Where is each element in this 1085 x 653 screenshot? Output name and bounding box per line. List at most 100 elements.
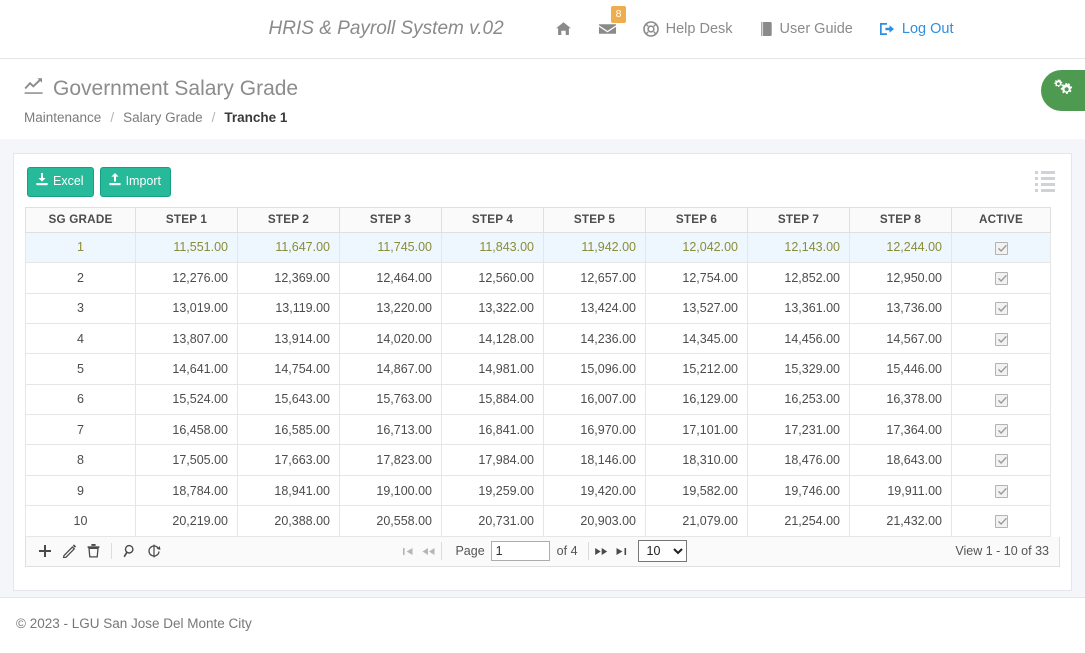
- first-page-button[interactable]: [398, 540, 418, 562]
- list-menu-icon[interactable]: [1035, 167, 1055, 192]
- cell-sg-grade: 5: [25, 353, 136, 385]
- column-header-step-6[interactable]: STEP 6: [645, 206, 748, 233]
- page-total-label: of 4: [556, 544, 578, 559]
- cell-step-6: 18,310.00: [645, 444, 748, 476]
- page-number-input[interactable]: [490, 541, 550, 562]
- cell-sg-grade: 8: [25, 444, 136, 476]
- cell-step-6: 12,042.00: [645, 231, 748, 264]
- table-row[interactable]: 6 15,524.00 15,643.00 15,763.00 15,884.00 16,…: [25, 383, 1051, 416]
- breadcrumb-item-current: Tranche 1: [224, 110, 288, 125]
- cell-step-4: 14,128.00: [441, 322, 544, 355]
- nav-user-guide-label: User Guide: [779, 20, 853, 37]
- nav-messages[interactable]: 8: [585, 0, 630, 59]
- cell-step-8: 12,950.00: [849, 262, 952, 294]
- grid-action-icons: [26, 540, 165, 562]
- table-row[interactable]: 8 17,505.00 17,663.00 17,823.00 17,984.00 18,…: [25, 444, 1051, 476]
- cell-step-3: 12,464.00: [339, 262, 442, 294]
- cell-step-6: 21,079.00: [645, 505, 748, 537]
- cell-step-8: 19,911.00: [849, 474, 952, 507]
- cell-step-2: 13,119.00: [237, 292, 340, 324]
- cell-sg-grade: 3: [25, 292, 136, 324]
- cell-active: [951, 383, 1051, 416]
- nav-home[interactable]: [542, 0, 585, 59]
- cell-step-3: 20,558.00: [339, 505, 442, 537]
- cell-step-7: 15,329.00: [747, 353, 850, 385]
- settings-quick-tab[interactable]: [1041, 70, 1085, 111]
- line-chart-icon: [24, 77, 44, 101]
- download-icon: [36, 173, 48, 190]
- cell-sg-grade: 1: [25, 231, 136, 264]
- column-header-step-5[interactable]: STEP 5: [543, 206, 646, 233]
- column-header-step-3[interactable]: STEP 3: [339, 206, 442, 233]
- table-row[interactable]: 2 12,276.00 12,369.00 12,464.00 12,560.00 12,…: [25, 262, 1051, 294]
- cell-step-5: 19,420.00: [543, 474, 646, 507]
- content-area: Excel Import SG GRADE STEP 1 STEP 2 STEP…: [0, 139, 1085, 597]
- panel-action-buttons: Excel Import: [27, 167, 172, 197]
- column-header-step-2[interactable]: STEP 2: [237, 206, 340, 233]
- nav-log-out[interactable]: Log Out: [866, 0, 967, 59]
- add-record-button[interactable]: [34, 540, 56, 562]
- table-row[interactable]: 7 16,458.00 16,585.00 16,713.00 16,841.00 16,…: [25, 414, 1051, 446]
- table-row[interactable]: 3 13,019.00 13,119.00 13,220.00 13,322.00 13,…: [25, 292, 1051, 324]
- cell-step-1: 20,219.00: [135, 505, 238, 537]
- column-header-step-4[interactable]: STEP 4: [441, 206, 544, 233]
- cell-active: [951, 505, 1051, 537]
- column-header-step-1[interactable]: STEP 1: [135, 206, 238, 233]
- cell-step-1: 15,524.00: [135, 383, 238, 416]
- table-row[interactable]: 1 11,551.00 11,647.00 11,745.00 11,843.00 11,…: [25, 231, 1051, 264]
- cell-step-3: 16,713.00: [339, 414, 442, 446]
- refresh-grid-button[interactable]: [143, 540, 165, 562]
- cell-step-7: 14,456.00: [747, 322, 850, 355]
- breadcrumb-item-salary-grade[interactable]: Salary Grade: [123, 110, 203, 125]
- breadcrumb-separator: /: [211, 110, 216, 125]
- page-label: Page: [455, 544, 485, 559]
- cell-step-7: 17,231.00: [747, 414, 850, 446]
- book-icon: [759, 21, 773, 37]
- nav-user-guide[interactable]: User Guide: [746, 0, 866, 59]
- cell-active: [951, 353, 1051, 385]
- table-row[interactable]: 5 14,641.00 14,754.00 14,867.00 14,981.00 15,…: [25, 353, 1051, 385]
- column-header-step-7[interactable]: STEP 7: [747, 206, 850, 233]
- cell-step-2: 14,754.00: [237, 353, 340, 385]
- cell-step-6: 17,101.00: [645, 414, 748, 446]
- data-grid-wrapper: SG GRADE STEP 1 STEP 2 STEP 3 STEP 4 STE…: [14, 206, 1071, 537]
- breadcrumb-item-maintenance[interactable]: Maintenance: [24, 110, 101, 125]
- active-checkbox: [994, 363, 1008, 377]
- column-header-active[interactable]: ACTIVE: [951, 206, 1051, 233]
- table-header-row: SG GRADE STEP 1 STEP 2 STEP 3 STEP 4 STE…: [25, 206, 1051, 233]
- cell-step-5: 13,424.00: [543, 292, 646, 324]
- pagination-controls: Page of 4 10203050100: [26, 540, 1059, 563]
- active-checkbox: [994, 484, 1008, 498]
- next-page-button[interactable]: [592, 540, 612, 562]
- table-row[interactable]: 4 13,807.00 13,914.00 14,020.00 14,128.00 14,…: [25, 322, 1051, 355]
- breadcrumb: Maintenance / Salary Grade / Tranche 1: [24, 110, 1085, 125]
- search-record-button[interactable]: [119, 540, 141, 562]
- cell-step-7: 12,143.00: [747, 231, 850, 264]
- cell-step-8: 21,432.00: [849, 505, 952, 537]
- pagination-divider: [441, 542, 443, 561]
- import-button[interactable]: Import: [99, 167, 172, 197]
- page-size-select[interactable]: 10203050100: [637, 540, 687, 563]
- column-header-step-8[interactable]: STEP 8: [849, 206, 952, 233]
- cell-step-4: 12,560.00: [441, 262, 544, 294]
- cell-step-1: 11,551.00: [135, 231, 238, 264]
- column-header-sg-grade[interactable]: SG GRADE: [25, 206, 136, 233]
- table-row[interactable]: 10 20,219.00 20,388.00 20,558.00 20,731.00 20…: [25, 505, 1051, 537]
- cell-step-5: 16,007.00: [543, 383, 646, 416]
- active-checkbox: [994, 271, 1008, 285]
- excel-export-button[interactable]: Excel: [27, 167, 94, 197]
- active-checkbox: [994, 302, 1008, 316]
- nav-help-desk[interactable]: Help Desk: [630, 0, 746, 59]
- last-page-button[interactable]: [612, 540, 632, 562]
- delete-record-button[interactable]: [82, 540, 104, 562]
- previous-page-button[interactable]: [418, 540, 438, 562]
- top-navigation-bar: HRIS & Payroll System v.02 8 Help Desk U…: [0, 0, 1085, 59]
- messages-badge: 8: [610, 5, 627, 23]
- cell-active: [951, 474, 1051, 507]
- table-row[interactable]: 9 18,784.00 18,941.00 19,100.00 19,259.00 19,…: [25, 474, 1051, 507]
- edit-record-button[interactable]: [58, 540, 80, 562]
- life-ring-icon: [642, 21, 659, 37]
- cell-step-2: 13,914.00: [237, 322, 340, 355]
- cell-step-7: 19,746.00: [747, 474, 850, 507]
- active-checkbox: [994, 454, 1008, 468]
